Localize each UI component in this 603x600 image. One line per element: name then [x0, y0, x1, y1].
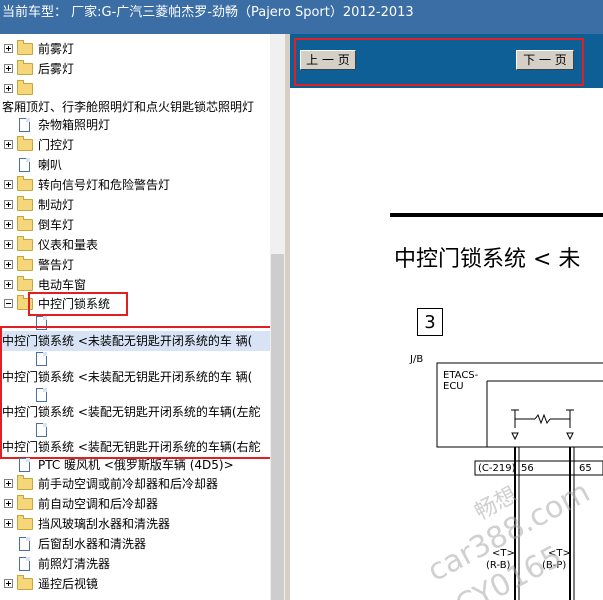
tree-item-front-fog[interactable]: 前雾灯 — [0, 39, 270, 59]
expand-icon[interactable] — [4, 579, 13, 588]
tree-item-ptc-heater[interactable]: PTC 暖风机 <俄罗斯版车辆 (4D5)> — [0, 455, 270, 475]
pin-a: 56 — [521, 463, 534, 474]
tree-item-label: 杂物箱照明灯 — [38, 118, 111, 132]
folder-icon — [17, 236, 33, 251]
pin-b: 65 — [579, 463, 592, 474]
tree-item-label: 倒车灯 — [38, 218, 75, 232]
document-viewer[interactable]: 中控门锁系统 < 未 3 J/B ETACS- ECU (C-219) 56 6… — [290, 88, 603, 600]
collapse-icon[interactable] — [4, 299, 13, 308]
nav-toolbar: 上 一 页 下 一 页 — [290, 34, 603, 88]
tree-item-door-light[interactable]: 门控灯 — [0, 135, 270, 155]
tree-item-rear-wiper[interactable]: 后窗刮水器和清洗器 — [0, 534, 270, 554]
folder-icon — [17, 40, 33, 55]
folder-icon — [17, 80, 33, 95]
tree-item-label: 前照灯清洗器 — [38, 557, 111, 571]
document-icon — [19, 458, 30, 472]
folder-icon — [17, 475, 33, 490]
folder-icon — [17, 495, 33, 510]
tree-item-auto-ac[interactable]: 前自动空调和后冷却器 — [0, 494, 270, 514]
expand-icon[interactable] — [4, 84, 13, 93]
tree-item-wiper[interactable]: 挡风玻璃刮水器和清洗器 — [0, 514, 270, 534]
title-bar: 当前车型： 厂家:G-广汽三菱帕杰罗-劲畅（Pajero Sport）2012-… — [0, 0, 603, 34]
tree-item-label: 门控灯 — [38, 138, 75, 152]
tree-item-label: 遥控后视镜 — [38, 577, 99, 591]
tree-item-label: PTC 暖风机 <俄罗斯版车辆 (4D5)> — [38, 458, 234, 472]
tree-item-label: 前雾灯 — [38, 42, 75, 56]
expand-icon[interactable] — [4, 280, 13, 289]
expand-icon[interactable] — [4, 140, 13, 149]
document-icon — [19, 537, 30, 551]
tree-item-cabin-lights[interactable]: 客厢顶灯、行李舱照明灯和点火钥匙锁芯照明灯 — [0, 97, 270, 117]
tree-item-horn[interactable]: 喇叭 — [0, 155, 270, 175]
tree-item-label: 警告灯 — [38, 258, 75, 272]
expand-icon[interactable] — [4, 64, 13, 73]
connector-label: (C-219) — [478, 463, 516, 474]
highlight-box-nav — [294, 38, 584, 86]
folder-icon — [17, 196, 33, 211]
folder-icon — [17, 176, 33, 191]
expand-icon[interactable] — [4, 200, 13, 209]
expand-icon[interactable] — [4, 479, 13, 488]
tree-item-label: 转向信号灯和危险警告灯 — [38, 178, 171, 192]
expand-icon[interactable] — [4, 180, 13, 189]
highlight-box-items — [0, 326, 282, 459]
tree-item-manual-ac[interactable]: 前手动空调或前冷却器和后冷却器 — [0, 474, 270, 494]
ecu-label-2: ECU — [443, 381, 464, 392]
tree-item-rear-fog[interactable]: 后雾灯 — [0, 59, 270, 79]
tree-item-label: 喇叭 — [38, 158, 63, 172]
tree-item-glovebox-light[interactable]: 杂物箱照明灯 — [0, 115, 270, 135]
tree-item-folder[interactable] — [0, 79, 270, 99]
folder-icon — [17, 216, 33, 231]
tree-item-label: 制动灯 — [38, 198, 75, 212]
tree-item-warning-light[interactable]: 警告灯 — [0, 255, 270, 275]
ecu-label-1: ETACS- — [443, 370, 479, 381]
tree-item-turn-signal[interactable]: 转向信号灯和危险警告灯 — [0, 175, 270, 195]
folder-icon — [17, 575, 33, 590]
tree-item-label: 前手动空调或前冷却器和后冷却器 — [38, 477, 219, 491]
expand-icon[interactable] — [4, 220, 13, 229]
tree-panel[interactable]: 前雾灯 后雾灯 客厢顶灯、行李舱照明灯和点火钥匙锁芯照明灯 杂物箱照明灯 门控灯… — [0, 34, 285, 600]
tree-item-label: 前自动空调和后冷却器 — [38, 497, 159, 511]
tree-item-label: 后雾灯 — [38, 62, 75, 76]
folder-icon — [17, 515, 33, 530]
document-icon — [19, 557, 30, 571]
tree-item-label: 后窗刮水器和清洗器 — [38, 537, 147, 551]
document-icon — [19, 118, 30, 132]
folder-icon — [17, 276, 33, 291]
folder-icon — [17, 136, 33, 151]
scrollbar-thumb[interactable] — [271, 254, 284, 600]
tree-item-reverse-light[interactable]: 倒车灯 — [0, 215, 270, 235]
expand-icon[interactable] — [4, 260, 13, 269]
tree-scrollbar[interactable] — [270, 34, 285, 600]
title-text: 当前车型： 厂家:G-广汽三菱帕杰罗-劲畅（Pajero Sport）2012-… — [2, 5, 414, 20]
expand-icon[interactable] — [4, 240, 13, 249]
expand-icon[interactable] — [4, 499, 13, 508]
tree-item-label: 客厢顶灯、行李舱照明灯和点火钥匙锁芯照明灯 — [2, 100, 255, 114]
document-icon — [19, 158, 30, 172]
tree-item-headlamp-washer[interactable]: 前照灯清洗器 — [0, 554, 270, 574]
tree-item-brake-light[interactable]: 制动灯 — [0, 195, 270, 215]
folder-icon — [17, 256, 33, 271]
expand-icon[interactable] — [4, 44, 13, 53]
expand-icon[interactable] — [4, 519, 13, 528]
folder-icon — [17, 60, 33, 75]
tree-item-gauges[interactable]: 仪表和量表 — [0, 235, 270, 255]
tree-item-label: 挡风玻璃刮水器和清洗器 — [38, 517, 171, 531]
tree-item-label: 仪表和量表 — [38, 238, 99, 252]
tree-item-mirror[interactable]: 遥控后视镜 — [0, 574, 270, 594]
